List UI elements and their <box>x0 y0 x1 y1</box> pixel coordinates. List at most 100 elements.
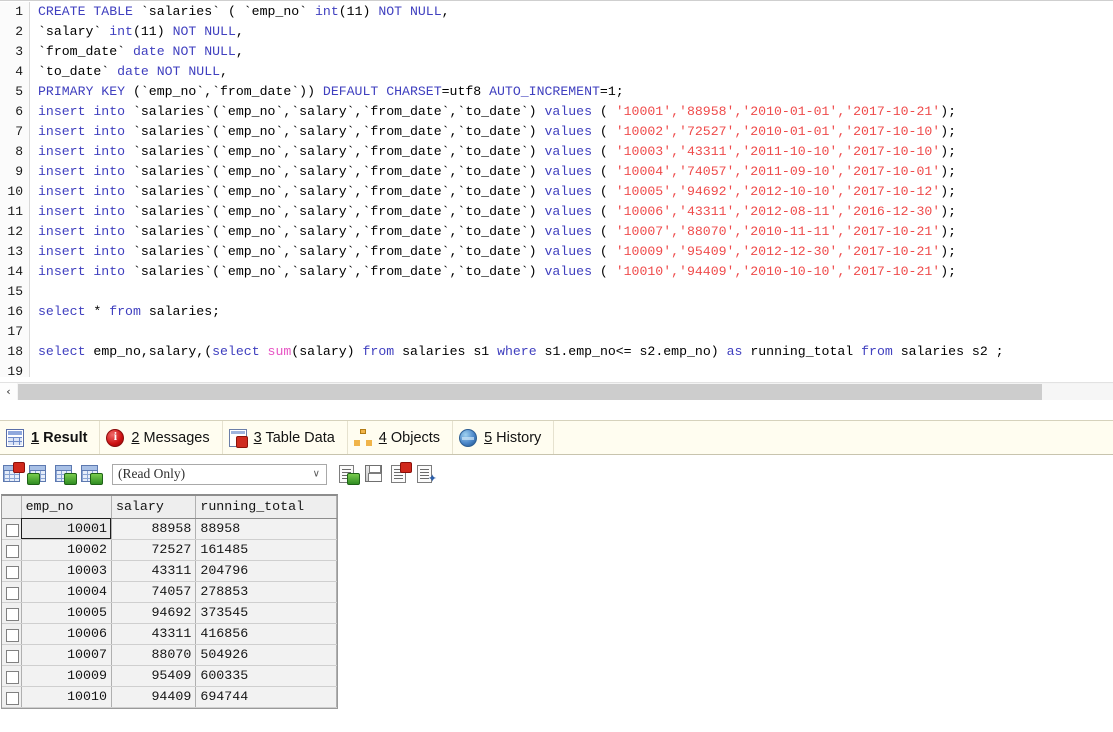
row-checkbox[interactable] <box>6 565 19 579</box>
cell-salary[interactable]: 74057 <box>111 581 197 603</box>
row-select-cell[interactable] <box>2 539 22 561</box>
cell-running-total[interactable]: 694744 <box>195 686 337 708</box>
column-header-running-total[interactable]: running_total <box>195 496 337 519</box>
cell-running-total[interactable]: 204796 <box>195 560 337 582</box>
row-checkbox[interactable] <box>6 670 19 684</box>
table-row[interactable]: 10002 72527 161485 <box>2 539 337 561</box>
code-line[interactable]: 9 insert into `salaries`(`emp_no`,`salary… <box>0 162 1113 182</box>
row-checkbox[interactable] <box>6 586 19 600</box>
row-select-cell[interactable] <box>2 644 22 666</box>
editor-horizontal-scrollbar[interactable]: ‹ <box>0 382 1113 400</box>
row-checkbox[interactable] <box>6 523 19 537</box>
row-select-cell[interactable] <box>2 602 22 624</box>
table-row[interactable]: 10006 43311 416856 <box>2 623 337 645</box>
row-select-cell[interactable] <box>2 581 22 603</box>
row-checkbox[interactable] <box>6 628 19 642</box>
tab-result[interactable]: 1 Result <box>0 421 101 454</box>
code-line[interactable]: 16 select * from salaries; <box>0 302 1113 322</box>
code-token: ( <box>591 184 616 199</box>
tab-messages[interactable]: 2 Messages <box>100 421 223 454</box>
code-line[interactable]: 5 PRIMARY KEY (`emp_no`,`from_date`)) DEF… <box>0 82 1113 102</box>
code-line[interactable]: 8 insert into `salaries`(`emp_no`,`salary… <box>0 142 1113 162</box>
cell-running-total[interactable]: 278853 <box>195 581 337 603</box>
cell-emp-no[interactable]: 10004 <box>21 581 112 603</box>
code-line[interactable]: 13 insert into `salaries`(`emp_no`,`salar… <box>0 242 1113 262</box>
save-button[interactable] <box>363 463 385 485</box>
row-select-cell[interactable] <box>2 665 22 687</box>
export-button[interactable] <box>337 463 360 485</box>
cell-emp-no[interactable]: 10003 <box>21 560 112 582</box>
row-checkbox[interactable] <box>6 607 19 621</box>
table-row[interactable]: 10007 88070 504926 <box>2 644 337 666</box>
code-line[interactable]: 18 select emp_no,salary,(select sum(salar… <box>0 342 1113 362</box>
code-line[interactable]: 15 <box>0 282 1113 302</box>
code-line[interactable]: 10 insert into `salaries`(`emp_no`,`salar… <box>0 182 1113 202</box>
cell-salary[interactable]: 43311 <box>111 560 197 582</box>
refresh-button[interactable]: ✦ <box>415 463 437 485</box>
code-line[interactable]: 4 `to_date` date NOT NULL, <box>0 62 1113 82</box>
code-line[interactable]: 19 <box>0 362 1113 377</box>
cell-emp-no[interactable]: 10010 <box>21 686 112 708</box>
cell-emp-no[interactable]: 10006 <box>21 623 112 645</box>
duplicate-row-button[interactable] <box>80 463 103 485</box>
row-select-cell[interactable] <box>2 518 22 540</box>
grid-view-button[interactable] <box>2 462 25 485</box>
cell-salary[interactable]: 88958 <box>111 518 197 540</box>
result-grid[interactable]: emp_no salary running_total 10001 88958 88… <box>1 494 338 709</box>
tab-table-data[interactable]: 3 Table Data <box>223 421 348 454</box>
insert-row-button[interactable] <box>27 463 50 485</box>
table-row[interactable]: 10003 43311 204796 <box>2 560 337 582</box>
row-select-cell[interactable] <box>2 560 22 582</box>
column-header-emp-no[interactable]: emp_no <box>21 496 112 519</box>
code-line[interactable]: 6 insert into `salaries`(`emp_no`,`salary… <box>0 102 1113 122</box>
code-line[interactable]: 2 `salary` int(11) NOT NULL, <box>0 22 1113 42</box>
cell-running-total[interactable]: 600335 <box>195 665 337 687</box>
code-token: (`emp_no`,`from_date`)) <box>132 84 323 99</box>
cell-salary[interactable]: 88070 <box>111 644 197 666</box>
row-checkbox[interactable] <box>6 544 19 558</box>
row-checkbox[interactable] <box>6 649 19 663</box>
row-checkbox[interactable] <box>6 691 19 705</box>
readonly-mode-select[interactable]: (Read Only) ∨ <box>112 463 327 485</box>
scrollbar-thumb[interactable] <box>18 384 1042 400</box>
code-line[interactable]: 12 insert into `salaries`(`emp_no`,`salar… <box>0 222 1113 242</box>
cell-salary[interactable]: 43311 <box>111 623 197 645</box>
column-header-salary[interactable]: salary <box>111 496 197 519</box>
table-row[interactable]: 10010 94409 694744 <box>2 686 337 708</box>
table-row[interactable]: 10009 95409 600335 <box>2 665 337 687</box>
code-line[interactable]: 17 <box>0 322 1113 342</box>
table-row[interactable]: 10001 88958 88958 <box>2 518 337 540</box>
delete-row-button[interactable] <box>389 462 412 485</box>
cell-emp-no[interactable]: 10009 <box>21 665 112 687</box>
row-select-cell[interactable] <box>2 623 22 645</box>
code-line[interactable]: 1 CREATE TABLE `salaries` ( `emp_no` int(… <box>0 2 1113 22</box>
scroll-left-arrow-icon[interactable]: ‹ <box>0 383 17 400</box>
cell-emp-no[interactable]: 10001 <box>21 518 112 540</box>
code-token: from <box>362 344 403 359</box>
cell-running-total[interactable]: 416856 <box>195 623 337 645</box>
cell-emp-no[interactable]: 10005 <box>21 602 112 624</box>
cell-salary[interactable]: 72527 <box>111 539 197 561</box>
table-row[interactable]: 10005 94692 373545 <box>2 602 337 624</box>
cell-salary[interactable]: 94409 <box>111 686 197 708</box>
sql-editor[interactable]: 1 CREATE TABLE `salaries` ( `emp_no` int(… <box>0 0 1113 377</box>
tab-objects[interactable]: 4 Objects <box>348 421 454 454</box>
code-line[interactable]: 3 `from_date` date NOT NULL, <box>0 42 1113 62</box>
cell-emp-no[interactable]: 10002 <box>21 539 112 561</box>
cell-running-total[interactable]: 373545 <box>195 602 337 624</box>
update-row-button[interactable] <box>54 463 77 485</box>
code-token: '10002','72527','2010-01-01','2017-10-10… <box>615 124 941 139</box>
code-line[interactable]: 11 insert into `salaries`(`emp_no`,`salar… <box>0 202 1113 222</box>
cell-running-total[interactable]: 88958 <box>195 518 337 540</box>
cell-running-total[interactable]: 161485 <box>195 539 337 561</box>
cell-running-total[interactable]: 504926 <box>195 644 337 666</box>
code-line[interactable]: 7 insert into `salaries`(`emp_no`,`salary… <box>0 122 1113 142</box>
select-all-header[interactable] <box>2 496 22 519</box>
table-row[interactable]: 10004 74057 278853 <box>2 581 337 603</box>
cell-salary[interactable]: 94692 <box>111 602 197 624</box>
cell-emp-no[interactable]: 10007 <box>21 644 112 666</box>
cell-salary[interactable]: 95409 <box>111 665 197 687</box>
code-line[interactable]: 14 insert into `salaries`(`emp_no`,`salar… <box>0 262 1113 282</box>
row-select-cell[interactable] <box>2 686 22 708</box>
tab-history[interactable]: 5 History <box>453 421 555 454</box>
